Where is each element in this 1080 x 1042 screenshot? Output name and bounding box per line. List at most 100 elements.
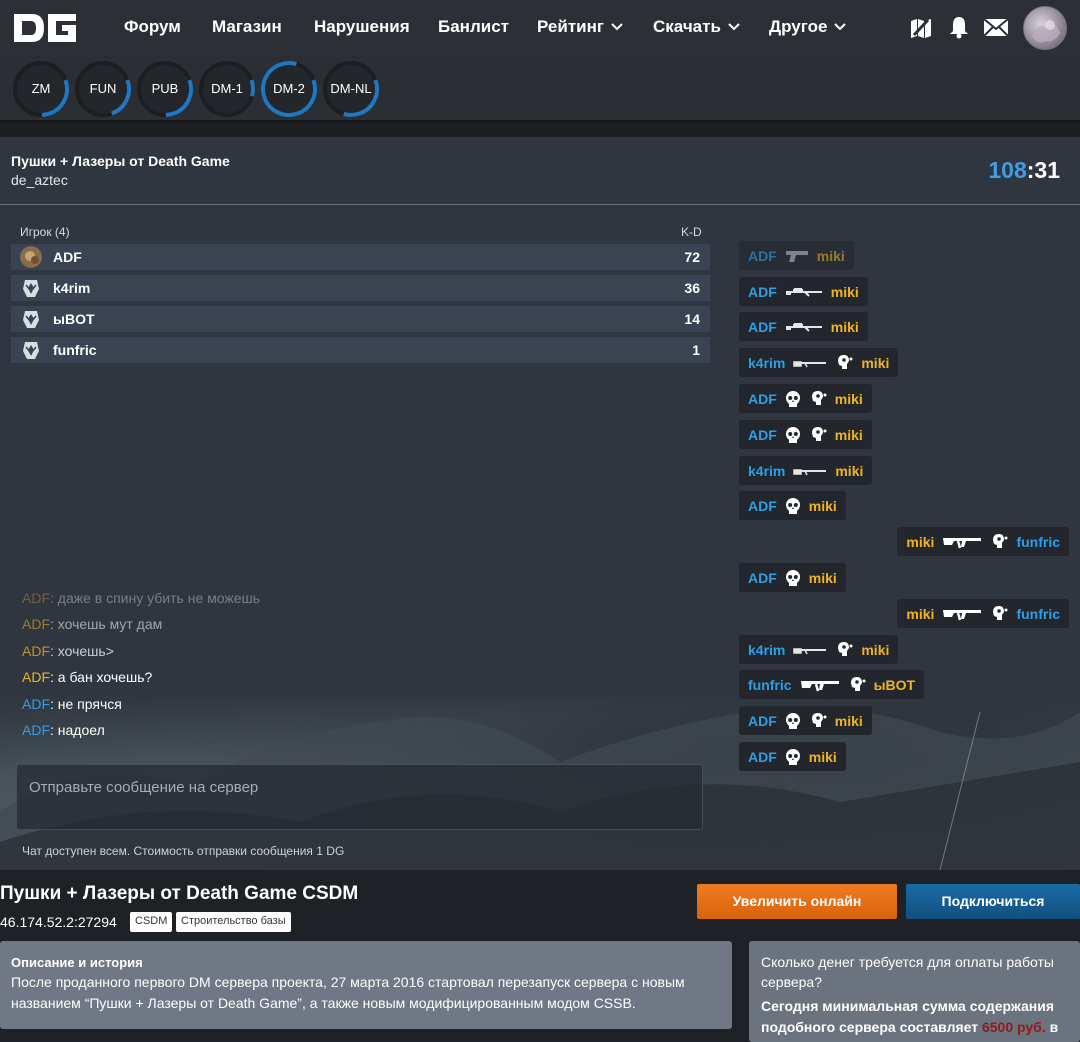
chat-author[interactable]: ADF <box>22 696 50 712</box>
player-name: k4rim <box>53 280 91 296</box>
killfeed-entry: ADF miki <box>739 491 846 520</box>
server-label: FUN <box>89 81 117 96</box>
chat-author[interactable]: ADF <box>22 722 50 738</box>
server-button-pub[interactable]: PUB <box>136 60 194 118</box>
killfeed-entry: k4rim miki <box>739 348 899 377</box>
player-column-header: Игрок (4) <box>20 225 70 239</box>
chat-author[interactable]: ADF <box>22 643 50 659</box>
chat-message: ADF: хочешь мут дам <box>22 616 162 632</box>
chat-input[interactable]: Отправьте сообщение на сервер <box>16 764 703 830</box>
mail-icon[interactable] <box>983 14 1009 40</box>
killer-name: ADF <box>748 569 777 586</box>
victim-name: miki <box>834 712 863 729</box>
server-button-fun[interactable]: FUN <box>74 60 132 118</box>
chat-note: Чат доступен всем. Стоимость отправки со… <box>22 844 345 858</box>
tag-csdm[interactable]: CSDM <box>130 912 173 932</box>
killfeed-entry: ADF miki <box>739 706 872 735</box>
description-heading: Описание и история <box>11 955 143 970</box>
nav-item-6[interactable]: Другое <box>769 17 847 37</box>
chat-author[interactable]: ADF <box>22 669 50 685</box>
nav-item-5[interactable]: Скачать <box>653 17 740 37</box>
chat-author[interactable]: ADF <box>22 616 50 632</box>
server-button-dm-nl[interactable]: DM-NL <box>322 60 380 118</box>
ak-rifle-icon <box>943 609 982 620</box>
player-row[interactable]: funfric 1 <box>11 337 710 363</box>
player-row[interactable]: ыBOT 14 <box>11 306 710 332</box>
skull-icon <box>785 426 800 443</box>
tag-base-building[interactable]: Строительство базы <box>176 912 291 932</box>
victim-name: miki <box>861 641 890 658</box>
victim-name: miki <box>830 283 859 300</box>
server-button-dm-1[interactable]: DM-1 <box>198 60 256 118</box>
server-button-zm[interactable]: ZM <box>12 60 70 118</box>
nav-item-2[interactable]: Нарушения <box>314 17 410 37</box>
server-button-dm-2[interactable]: DM-2 <box>260 60 318 118</box>
nav-item-4[interactable]: Рейтинг <box>537 17 623 37</box>
skull-icon <box>785 748 800 765</box>
description-card: Описание и история После проданного перв… <box>0 941 732 1029</box>
player-name: ыBOT <box>53 311 95 327</box>
killer-name: ADF <box>748 318 777 335</box>
chat-message: ADF: а бан хочешь? <box>22 669 152 685</box>
killer-name: ADF <box>748 748 777 765</box>
victim-name: funfric <box>1016 605 1060 622</box>
connect-button[interactable]: Подключиться <box>906 884 1080 919</box>
killer-name: funfric <box>748 676 792 693</box>
victim-name: miki <box>834 426 863 443</box>
victim-name: miki <box>808 569 837 586</box>
killfeed-entry: funfric ыBOT <box>739 670 925 699</box>
headshot-icon <box>811 390 827 405</box>
killer-name: ADF <box>748 283 777 300</box>
player-kd: 14 <box>684 311 700 327</box>
killer-name: ADF <box>748 712 777 729</box>
killfeed-entry: ADF miki <box>739 742 846 771</box>
victim-name: miki <box>834 390 863 407</box>
skull-icon <box>785 569 800 586</box>
nav-item-1[interactable]: Магазин <box>212 17 282 37</box>
victim-name: ыBOT <box>873 676 916 693</box>
ct-icon <box>23 342 39 359</box>
boost-online-button[interactable]: Увеличить онлайн <box>697 884 897 919</box>
killer-name: k4rim <box>748 354 786 371</box>
server-title: Пушки + Лазеры от Death Game <box>11 153 230 169</box>
chat-author[interactable]: ADF <box>22 590 50 606</box>
killer-name: ADF <box>748 497 777 514</box>
player-kd: 72 <box>684 249 700 265</box>
chat-message: ADF: не прячся <box>22 696 122 712</box>
cost-answer: Сегодня минимальная сумма содержания под… <box>761 998 1059 1035</box>
chevron-down-icon <box>834 23 847 31</box>
nav-item-label: Форум <box>124 17 181 36</box>
compass-icon[interactable] <box>908 14 934 40</box>
chat-text: : даже в спину убить не можешь <box>50 590 261 606</box>
player-kd: 36 <box>684 280 700 296</box>
killfeed-entry: ADF miki <box>739 384 872 413</box>
chat-message: ADF: надоел <box>22 722 105 738</box>
killfeed-entry: ADF miki <box>739 277 868 306</box>
pistol-icon <box>785 250 808 262</box>
map-name: de_aztec <box>11 172 68 188</box>
chat-text: : надоел <box>50 722 105 738</box>
avatar[interactable] <box>1023 6 1067 50</box>
server-info: Пушки + Лазеры от Death Game CSDM 46.174… <box>0 870 1080 1042</box>
server-ip[interactable]: 46.174.52.2:27294 <box>0 914 117 930</box>
cost-card: Сколько денег требуется для оплаты работ… <box>749 941 1080 1042</box>
nav-item-label: Банлист <box>438 17 509 36</box>
bell-icon[interactable] <box>946 14 972 40</box>
killer-name: ADF <box>748 247 777 264</box>
ct-icon <box>23 280 39 297</box>
dg-logo[interactable] <box>12 11 78 45</box>
round-timer: 108:31 <box>988 157 1060 183</box>
victim-name: miki <box>808 497 837 514</box>
killfeed-entry: miki funfric <box>897 527 1069 556</box>
rifle-icon <box>793 360 827 367</box>
player-row[interactable]: ADF 72 <box>11 244 710 270</box>
nav-item-label: Нарушения <box>314 17 410 36</box>
nav-item-3[interactable]: Банлист <box>438 17 509 37</box>
player-avatar <box>20 246 42 268</box>
player-row[interactable]: k4rim 36 <box>11 275 710 301</box>
chat-text: : а бан хочешь? <box>50 669 153 685</box>
server-label: PUB <box>151 81 179 96</box>
nav-item-0[interactable]: Форум <box>124 17 181 37</box>
killer-name: k4rim <box>748 641 786 658</box>
killfeed-entry: ADF miki <box>739 241 854 270</box>
